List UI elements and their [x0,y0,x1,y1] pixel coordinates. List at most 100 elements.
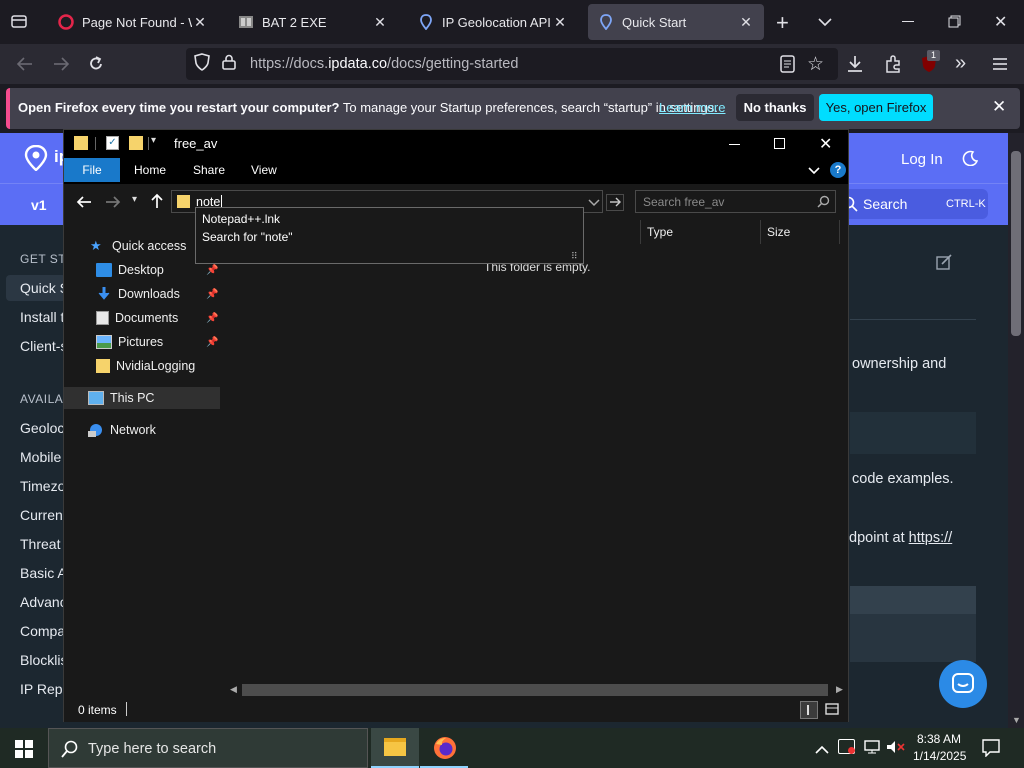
sidebar-item[interactable]: Install t [20,309,64,325]
scroll-right-icon[interactable]: ▶ [836,684,843,695]
sidebar-item[interactable]: Mobile [20,449,61,465]
new-tab-icon[interactable]: + [776,10,789,36]
chat-widget-button[interactable] [939,660,987,708]
url-bar[interactable]: https://docs.ipdata.co/docs/getting-star… [186,48,838,80]
sidebar-item[interactable]: Basic A [20,565,67,581]
large-icons-view-icon[interactable] [824,701,842,719]
minimize-window-icon[interactable] [902,21,914,22]
yes-open-firefox-button[interactable]: Yes, open Firefox [819,94,933,121]
sidebar-item[interactable]: Blocklis [20,652,67,668]
ribbon-tab-home[interactable]: Home [134,163,166,177]
docs-search-button[interactable]: Search CTRL-K [836,189,988,219]
close-notification-icon[interactable]: ✕ [992,97,1006,117]
go-arrow-icon[interactable] [606,194,624,211]
shield-icon[interactable] [194,53,212,75]
browser-tab[interactable]: BAT 2 EXE ✕ [228,4,398,40]
sidebar-item[interactable]: Timezo [20,478,65,494]
sidebar-item[interactable]: Quick S [20,280,69,296]
back-arrow-icon[interactable] [76,194,92,215]
explorer-close-icon[interactable]: ✕ [819,134,832,154]
file-explorer-taskbar-button[interactable] [371,728,419,768]
help-icon[interactable]: ? [830,162,846,178]
autocomplete-item[interactable]: Notepad++.lnk [202,212,280,226]
login-link[interactable]: Log In [901,151,943,168]
reload-icon[interactable] [87,55,105,78]
details-view-icon[interactable] [800,701,818,719]
nav-item-this-pc[interactable]: This PC [88,387,154,409]
address-dropdown-icon[interactable] [588,195,600,213]
learn-more-link[interactable]: Learn more [659,100,725,115]
notifications-icon[interactable] [982,739,1000,762]
browser-tab[interactable]: IP Geolocation API | 20 ✕ [408,4,578,40]
column-header-type[interactable]: Type [640,220,760,244]
close-tab-icon[interactable]: ✕ [372,14,388,31]
explorer-minimize-icon[interactable] [729,144,740,145]
page-scrollbar[interactable]: ▼ [1008,133,1024,728]
sidebar-item[interactable]: Client-s [20,338,67,354]
close-tab-icon[interactable]: ✕ [738,14,754,31]
network-tray-icon[interactable] [863,740,881,759]
dark-mode-icon[interactable] [962,150,979,171]
volume-muted-icon[interactable] [886,740,906,759]
pin-icon[interactable]: 📌 [206,289,218,300]
ublock-extension-icon[interactable]: 1 [920,50,940,73]
show-hidden-icons-icon[interactable] [815,742,829,760]
resize-grip-icon[interactable]: ⠿ [571,251,578,262]
reader-view-icon[interactable] [780,55,796,78]
windows-start-icon[interactable] [15,740,33,763]
extensions-icon[interactable] [884,55,902,78]
sidebar-item[interactable]: Compa [20,623,65,639]
sidebar-item[interactable]: Curren [20,507,63,523]
up-arrow-icon[interactable] [150,193,164,214]
close-tab-icon[interactable]: ✕ [192,14,208,31]
nav-item-quick-access[interactable]: ★ Quick access [90,235,186,257]
nav-item-pictures[interactable]: Pictures [96,331,163,353]
scroll-left-icon[interactable]: ◀ [230,684,237,695]
tab-overview-icon[interactable] [10,12,28,30]
nav-item-documents[interactable]: Documents [96,307,178,329]
column-header-size[interactable]: Size [760,220,840,244]
horizontal-scrollbar-thumb[interactable] [242,684,828,696]
forward-arrow-icon[interactable] [105,194,121,215]
edit-page-icon[interactable] [936,254,952,275]
firefox-taskbar-button[interactable] [420,728,468,768]
version-selector[interactable]: v1 [31,197,47,213]
new-folder-icon[interactable] [129,136,143,150]
restore-window-icon[interactable] [948,15,961,33]
download-icon[interactable] [846,55,864,78]
clock-date[interactable]: 1/14/2025 [913,749,966,763]
ribbon-tab-share[interactable]: Share [193,163,225,177]
properties-icon[interactable]: ✓ [106,136,119,150]
pin-icon[interactable]: 📌 [206,313,218,324]
close-tab-icon[interactable]: ✕ [552,14,568,31]
browser-tab[interactable]: Page Not Found - Wor ✕ [48,4,218,40]
close-window-icon[interactable]: ✕ [994,12,1007,32]
ribbon-tab-file[interactable]: File [64,158,120,182]
explorer-maximize-icon[interactable] [774,138,785,149]
taskbar-search-box[interactable]: Type here to search [48,728,368,768]
clock-time[interactable]: 8:38 AM [917,732,961,746]
lock-icon[interactable] [222,54,238,74]
pin-icon[interactable]: 📌 [206,337,218,348]
security-tray-icon[interactable] [838,739,855,754]
list-tabs-icon[interactable] [818,14,832,32]
forward-icon[interactable] [52,55,70,78]
no-thanks-button[interactable]: No thanks [736,94,814,121]
sidebar-item[interactable]: Advanc [20,594,67,610]
browser-tab-active[interactable]: Quick Start ✕ [588,4,764,40]
scroll-down-icon[interactable]: ▼ [1012,715,1021,725]
pin-icon[interactable]: 📌 [206,265,218,276]
quick-access-toolbar-dropdown-icon[interactable]: ▾ [151,135,156,146]
nav-item-nvidialogging[interactable]: NvidiaLogging [96,355,195,377]
sidebar-item[interactable]: Threat [20,536,60,552]
expand-ribbon-icon[interactable] [808,163,820,181]
horizontal-scrollbar[interactable]: ◀ ▶ [222,682,848,698]
autocomplete-item[interactable]: Search for "note" [202,230,293,244]
explorer-search-box[interactable]: Search free_av [635,190,836,213]
hamburger-menu-icon[interactable] [992,57,1008,76]
bookmark-star-icon[interactable]: ☆ [807,53,824,76]
nav-item-network[interactable]: Network [88,419,156,441]
nav-item-downloads[interactable]: Downloads [96,283,180,305]
back-icon[interactable] [16,55,34,78]
ribbon-tab-view[interactable]: View [251,163,277,177]
